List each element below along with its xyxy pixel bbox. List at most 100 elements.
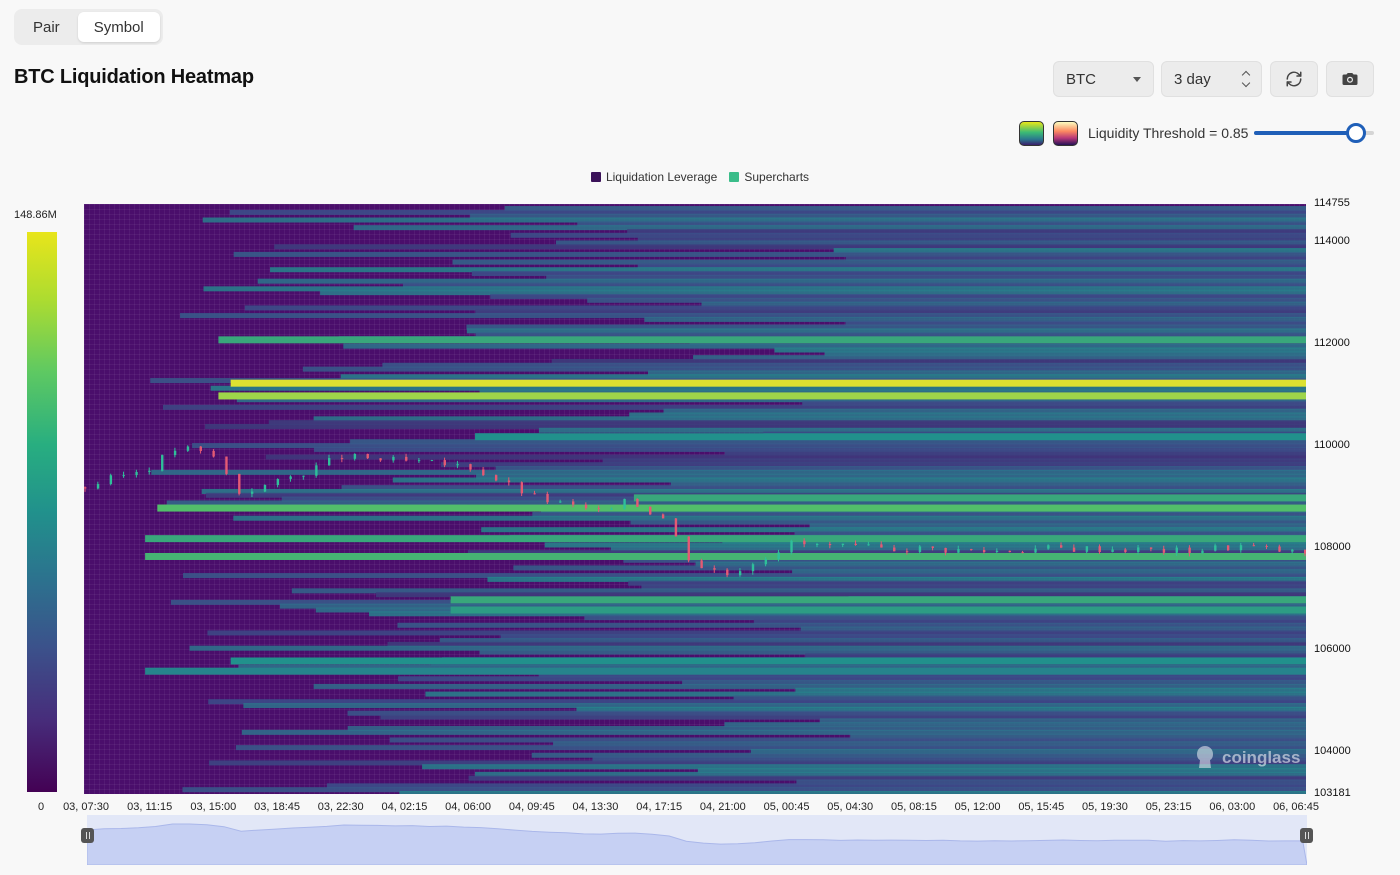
candle-body (173, 450, 177, 456)
refresh-icon (1286, 71, 1302, 87)
candle-body (1008, 550, 1012, 553)
legend-label: Liquidation Leverage (605, 170, 718, 184)
candle-body (854, 543, 857, 545)
candle-body (572, 501, 575, 505)
candle-body (1265, 545, 1268, 547)
candle-body (944, 547, 947, 553)
threshold-slider[interactable] (1254, 123, 1374, 143)
liquidity-band (450, 606, 1306, 614)
candle-body (1072, 547, 1076, 552)
candle-body (995, 550, 999, 553)
candle-body (1239, 545, 1243, 551)
x-tick-label: 04, 06:00 (445, 801, 492, 813)
candle-body (700, 560, 703, 569)
candle-body (931, 546, 934, 548)
candle-body (790, 540, 793, 553)
refresh-button[interactable] (1270, 61, 1318, 97)
pair-tab[interactable]: Pair (17, 12, 76, 42)
coinglass-logo-icon (1197, 746, 1213, 768)
candle-body (263, 485, 267, 492)
candle-body (456, 464, 459, 466)
candle-body (1201, 550, 1204, 553)
x-tick-label: 03, 07:30 (63, 801, 109, 813)
candle-body (1226, 545, 1230, 551)
liquidity-band (230, 379, 1306, 387)
liquidity-band (218, 336, 1306, 344)
x-tick-label: 04, 21:00 (699, 801, 746, 813)
candle-body (1034, 548, 1037, 553)
liquidity-band (218, 392, 1306, 400)
liquidity-band (450, 596, 1306, 604)
x-tick-label: 06, 06:45 (1273, 801, 1319, 813)
slider-thumb[interactable] (1346, 123, 1366, 143)
candle-body (674, 518, 678, 537)
candle-body (880, 544, 883, 548)
candle-body (584, 504, 588, 509)
candle-body (328, 458, 331, 466)
candle-body (186, 446, 190, 451)
candle-body (96, 484, 100, 489)
navigator-left-handle[interactable] (81, 828, 94, 843)
x-tick-label: 03, 11:15 (127, 801, 173, 813)
heatmap-cell-band (399, 790, 1306, 794)
candle-body (430, 460, 434, 462)
liquidation-heatmap-page: Pair Symbol BTC Liquidation Heatmap BTC … (0, 0, 1400, 875)
liquidity-band (145, 552, 1306, 560)
viridis-colormap-button[interactable] (1019, 121, 1044, 146)
candle-body (533, 493, 536, 495)
watermark-text: coinglass (1222, 748, 1301, 767)
x-tick-label: 05, 23:15 (1145, 801, 1192, 813)
candle-body (1021, 552, 1024, 554)
chevron-down-icon (1133, 76, 1141, 82)
time-navigator[interactable] (87, 815, 1307, 865)
candle-body (1278, 546, 1281, 552)
candle-body (1214, 545, 1217, 551)
y-tick-label: 106000 (1314, 643, 1351, 656)
candle-body (417, 460, 421, 462)
range-select[interactable]: 3 day (1161, 61, 1262, 97)
candle-body (469, 464, 472, 470)
heatmap-plot-area[interactable] (84, 204, 1306, 794)
candle-body (841, 543, 845, 546)
heatmap-svg (84, 206, 1306, 794)
candle-body (957, 549, 960, 553)
candle-body (803, 540, 806, 545)
candle-body (559, 501, 562, 503)
candle-body (816, 544, 819, 546)
x-tick-label: 03, 15:00 (190, 801, 237, 813)
candle-body (905, 551, 909, 553)
candle-body (661, 514, 665, 519)
x-tick-label: 04, 09:45 (508, 801, 555, 813)
navigator-right-handle[interactable] (1300, 828, 1313, 843)
candle-body (828, 544, 832, 546)
y-tick-label: 108000 (1314, 541, 1351, 554)
candle-body (482, 469, 485, 476)
screenshot-button[interactable] (1326, 61, 1374, 97)
navigator-svg (87, 823, 1307, 865)
x-tick-label: 05, 19:30 (1082, 801, 1128, 813)
candle-body (212, 450, 215, 457)
candle-body (1137, 547, 1140, 552)
candle-body (392, 456, 395, 461)
coin-select[interactable]: BTC (1053, 61, 1154, 97)
magma-colormap-button[interactable] (1053, 121, 1078, 146)
x-tick-label: 03, 18:45 (254, 801, 300, 813)
candle-body (1085, 546, 1089, 552)
candle-body (302, 475, 305, 477)
chart-legend: Liquidation Leverage Supercharts (0, 170, 1400, 184)
legend-swatch (590, 172, 601, 182)
colorbar-max-label: 148.86M (14, 209, 57, 221)
candle-body (610, 508, 613, 510)
candle-body (1124, 549, 1127, 552)
symbol-tab[interactable]: Symbol (77, 12, 160, 42)
x-tick-label: 05, 12:00 (954, 801, 1001, 813)
page-title: BTC Liquidation Heatmap (14, 66, 254, 88)
legend-item-supercharts[interactable]: Supercharts (729, 170, 809, 184)
candle-body (289, 476, 292, 479)
candle-body (982, 549, 986, 553)
legend-item-liquidation-leverage[interactable]: Liquidation Leverage (590, 170, 718, 184)
candle-body (443, 460, 446, 466)
liquidity-band (145, 667, 1306, 675)
x-tick-label: 05, 15:45 (1018, 801, 1065, 813)
y-tick-label: 103181 (1314, 787, 1351, 799)
